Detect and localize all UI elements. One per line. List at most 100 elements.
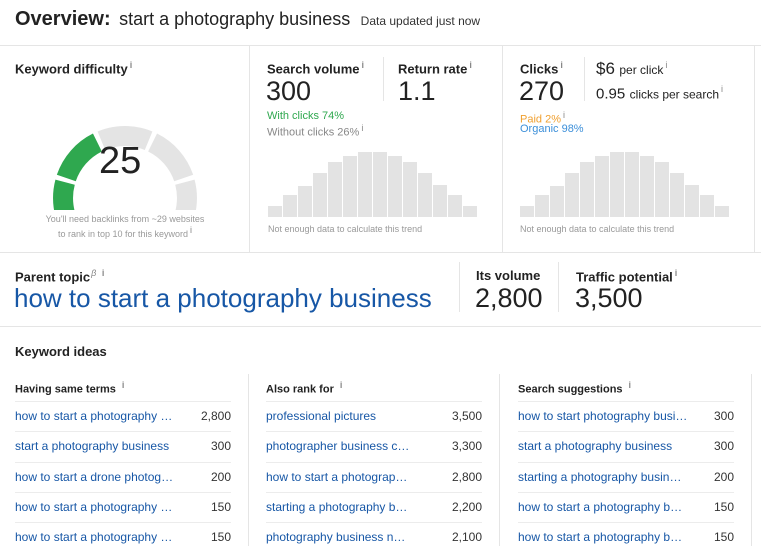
without-clicks: Without clicks 26% i: [267, 123, 364, 139]
keyword-idea-link[interactable]: how to start a drone photog…: [15, 470, 173, 484]
traffic-potential-value: 3,500: [575, 283, 643, 313]
keyword-idea-link[interactable]: how to start a photography …: [15, 409, 172, 423]
keyword-idea-volume: 150: [210, 530, 231, 545]
keyword-idea-link[interactable]: starting a photography busine…: [518, 470, 688, 484]
keyword-idea-link[interactable]: photographer business c…: [266, 439, 409, 453]
page-title: Overview: start a photography business D…: [15, 8, 480, 31]
info-icon[interactable]: i: [361, 123, 363, 133]
its-volume-value: 2,800: [475, 283, 543, 313]
info-icon[interactable]: i: [130, 60, 133, 70]
gauge-segment: [175, 179, 197, 210]
keyword-idea-link[interactable]: start a photography business: [15, 439, 169, 453]
trend-bar: [283, 195, 297, 217]
search-volume-trend-note: Not enough data to calculate this trend: [268, 224, 423, 234]
keyword-idea-link[interactable]: how to start a photography b…: [518, 530, 682, 544]
trend-bar: [373, 152, 387, 217]
keyword-idea-volume: 3,500: [451, 409, 482, 423]
keyword-idea-row: how to start a photography … 150: [15, 491, 231, 522]
trend-bar: [520, 206, 534, 217]
keyword-idea-row: how to start photography busi… 300: [518, 401, 734, 431]
trend-bar: [700, 195, 714, 217]
trend-bar: [298, 186, 312, 217]
keyword-idea-link[interactable]: starting a photography b…: [266, 500, 407, 514]
traffic-potential-label: Traffic potential i: [576, 268, 678, 285]
trend-bar: [685, 185, 699, 217]
keyword-idea-volume: 200: [713, 469, 734, 484]
trend-bar: [388, 156, 402, 217]
keyword-idea-link[interactable]: professional pictures: [266, 409, 376, 423]
keyword-idea-row: how to start a drone photog… 200: [15, 461, 231, 492]
ideas-column-title: Search suggestions i: [518, 380, 632, 396]
clicks-label: Clicks i: [520, 60, 563, 77]
keyword-idea-link[interactable]: how to start photography busi…: [518, 409, 687, 423]
keyword-idea-row: start a photography business 300: [15, 431, 231, 461]
parent-topic-label: Parent topicβ i: [15, 268, 105, 285]
trend-bar: [625, 152, 639, 217]
info-icon[interactable]: i: [675, 268, 678, 278]
info-icon[interactable]: i: [563, 110, 565, 120]
organic-share: Organic 98%: [520, 123, 584, 135]
trend-bar: [403, 162, 417, 217]
trend-bar: [655, 162, 669, 217]
search-volume-trend-chart: [268, 150, 482, 217]
keyword-idea-link[interactable]: how to start a photography …: [15, 500, 172, 514]
keyword-idea-link[interactable]: how to start a photography b…: [518, 500, 682, 514]
clicks-trend-chart: [520, 150, 734, 217]
trend-bar: [343, 156, 357, 217]
return-rate-value: 1.1: [398, 76, 436, 106]
trend-bar: [358, 152, 372, 217]
info-icon[interactable]: i: [560, 60, 563, 70]
gauge-segment: [56, 133, 103, 182]
gauge-segment: [147, 133, 194, 182]
keyword-idea-row: how to start a photography b… 150: [518, 522, 734, 552]
keyword-idea-volume: 150: [713, 530, 734, 545]
keyword-idea-row: how to start a photography … 2,800: [15, 401, 231, 431]
trend-bar: [550, 186, 564, 217]
info-icon[interactable]: i: [102, 268, 105, 278]
keyword-idea-volume: 200: [210, 469, 231, 484]
difficulty-label: Keyword difficulty i: [15, 60, 133, 77]
keyword-idea-row: photography business n… 2,100: [266, 522, 482, 552]
keyword-idea-link[interactable]: how to start a photography …: [15, 530, 172, 544]
keyword-idea-row: how to start a photograp… 2,800: [266, 461, 482, 492]
keyword-idea-volume: 2,800: [200, 409, 231, 423]
data-status: Data updated just now: [360, 14, 481, 28]
keyword-idea-volume: 300: [210, 439, 231, 454]
clicks-trend-note: Not enough data to calculate this trend: [520, 224, 675, 234]
keyword-idea-link[interactable]: photography business n…: [266, 530, 405, 544]
info-icon[interactable]: i: [190, 225, 192, 235]
trend-bar: [418, 173, 432, 217]
ideas-column-title: Having same terms i: [15, 380, 125, 396]
trend-bar: [715, 206, 729, 217]
keyword-idea-row: how to start a photography … 150: [15, 522, 231, 552]
info-icon[interactable]: i: [665, 60, 667, 70]
trend-bar: [463, 206, 477, 217]
keyword-idea-volume: 2,100: [451, 530, 482, 545]
keyword-idea-row: start a photography business 300: [518, 431, 734, 461]
trend-bar: [670, 173, 684, 217]
keyword-idea-row: photographer business c… 3,300: [266, 431, 482, 461]
info-icon[interactable]: i: [340, 380, 343, 390]
keyword-idea-row: how to start a photography b… 150: [518, 491, 734, 522]
info-icon[interactable]: i: [469, 60, 472, 70]
info-icon[interactable]: i: [122, 380, 125, 390]
info-icon[interactable]: i: [721, 84, 723, 94]
difficulty-note: You'll need backlinks from ~29 websites …: [45, 214, 205, 239]
trend-bar: [640, 156, 654, 217]
keyword-idea-row: starting a photography b… 2,200: [266, 491, 482, 522]
parent-topic-link[interactable]: how to start a photography business: [14, 283, 432, 314]
trend-bar: [268, 206, 282, 217]
keyword-idea-link[interactable]: how to start a photograp…: [266, 470, 407, 484]
info-icon[interactable]: i: [362, 60, 365, 70]
keyword-idea-volume: 2,200: [451, 499, 482, 514]
keyword-ideas-title: Keyword ideas: [15, 344, 107, 359]
trend-bar: [565, 173, 579, 217]
clicks-value: 270: [519, 76, 565, 106]
trend-bar: [580, 162, 594, 217]
keyword-idea-link[interactable]: start a photography business: [518, 439, 672, 453]
info-icon[interactable]: i: [629, 380, 632, 390]
trend-bar: [610, 152, 624, 217]
keyword-idea-volume: 3,300: [451, 439, 482, 454]
search-volume-label: Search volume i: [267, 60, 365, 77]
keyword-idea-row: professional pictures 3,500: [266, 401, 482, 431]
